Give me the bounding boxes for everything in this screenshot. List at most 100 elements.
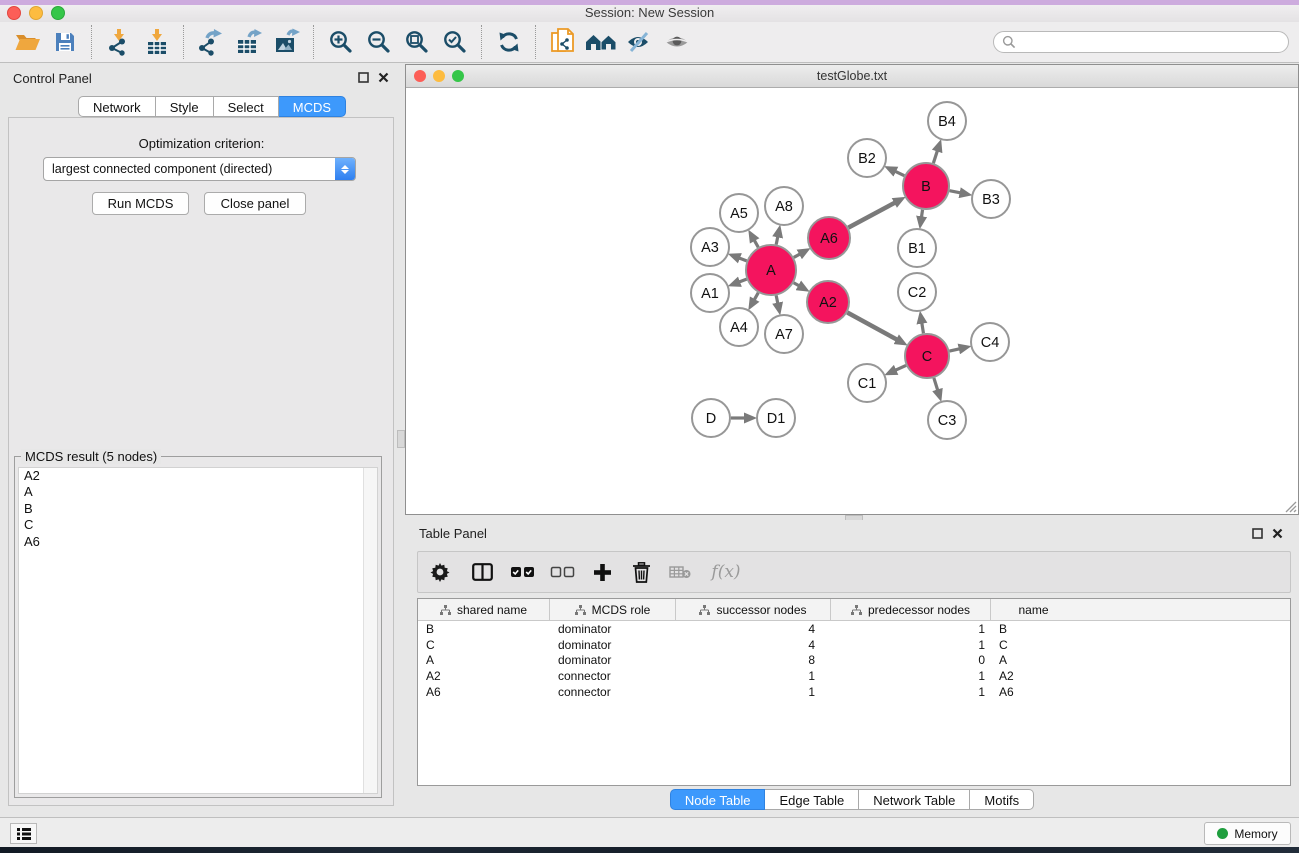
zoom-in-button[interactable] bbox=[324, 24, 358, 60]
graph-node-B[interactable]: B bbox=[903, 163, 949, 209]
save-session-button[interactable] bbox=[48, 24, 82, 60]
graph-edge-A-A4[interactable] bbox=[754, 293, 759, 301]
add-column-button[interactable] bbox=[582, 554, 622, 590]
graph-node-A4[interactable]: A4 bbox=[720, 308, 758, 346]
graph-edge-C-C1[interactable] bbox=[894, 365, 906, 370]
graph-edge-C-C2[interactable] bbox=[922, 322, 924, 334]
graph-edge-C-C3[interactable] bbox=[934, 378, 938, 391]
duplicate-network-button[interactable] bbox=[546, 24, 580, 60]
graph-edge-A-A7[interactable] bbox=[776, 295, 778, 304]
export-image-button[interactable] bbox=[270, 24, 304, 60]
graph-node-A1[interactable]: A1 bbox=[691, 274, 729, 312]
graph-node-B4[interactable]: B4 bbox=[928, 102, 966, 140]
close-table-panel-icon[interactable] bbox=[1272, 528, 1283, 539]
export-network-button[interactable] bbox=[194, 24, 228, 60]
table-row[interactable]: Adominator80A bbox=[418, 652, 1290, 668]
graph-edge-B-B1[interactable] bbox=[921, 210, 922, 219]
result-item[interactable]: A2 bbox=[19, 468, 377, 484]
table-row[interactable]: A2connector11A2 bbox=[418, 668, 1290, 684]
hide-details-button[interactable] bbox=[622, 24, 656, 60]
home-button[interactable] bbox=[584, 24, 618, 60]
graph-node-B2[interactable]: B2 bbox=[848, 139, 886, 177]
result-scrollbar[interactable] bbox=[363, 468, 377, 793]
column-header-name[interactable]: name bbox=[991, 599, 1076, 620]
column-header-shared-name[interactable]: shared name bbox=[418, 599, 550, 620]
result-item[interactable]: B bbox=[19, 501, 377, 517]
result-item[interactable]: C bbox=[19, 517, 377, 533]
split-divider-handle[interactable] bbox=[397, 430, 405, 448]
column-layout-button[interactable] bbox=[462, 554, 502, 590]
network-titlebar[interactable]: testGlobe.txt bbox=[406, 65, 1298, 88]
mcds-result-list[interactable]: A2ABCA6 bbox=[18, 467, 378, 794]
network-canvas[interactable]: B4B2BB3A8A5A6A3B1AA1C2A2A4A7C4CC1DD1C3 bbox=[406, 88, 1298, 514]
result-item[interactable]: A bbox=[19, 484, 377, 500]
graph-edge-A-A1[interactable] bbox=[738, 279, 747, 282]
resize-grip-icon[interactable] bbox=[1283, 499, 1297, 513]
graph-node-C4[interactable]: C4 bbox=[971, 323, 1009, 361]
graph-node-A3[interactable]: A3 bbox=[691, 228, 729, 266]
graph-node-B3[interactable]: B3 bbox=[972, 180, 1010, 218]
graph-node-C1[interactable]: C1 bbox=[848, 364, 886, 402]
tab-edge-table[interactable]: Edge Table bbox=[765, 789, 859, 810]
graph-edge-A-A3[interactable] bbox=[738, 258, 747, 261]
graph-edge-A2-C[interactable] bbox=[847, 313, 898, 341]
float-table-panel-icon[interactable] bbox=[1252, 528, 1263, 539]
tab-network[interactable]: Network bbox=[78, 96, 156, 117]
tab-style[interactable]: Style bbox=[156, 96, 214, 117]
graph-node-B1[interactable]: B1 bbox=[898, 229, 936, 267]
graph-node-D1[interactable]: D1 bbox=[757, 399, 795, 437]
export-table-button[interactable] bbox=[232, 24, 266, 60]
show-panel-button[interactable] bbox=[10, 823, 37, 844]
zoom-selected-button[interactable] bbox=[438, 24, 472, 60]
graph-edge-B-B3[interactable] bbox=[950, 191, 962, 193]
graph-edge-A-A6[interactable] bbox=[794, 253, 801, 257]
delete-table-button[interactable] bbox=[660, 554, 700, 590]
graph-node-A8[interactable]: A8 bbox=[765, 187, 803, 225]
search-field[interactable] bbox=[993, 31, 1289, 53]
search-input[interactable] bbox=[1021, 34, 1288, 50]
select-all-columns-button[interactable] bbox=[502, 554, 542, 590]
function-builder-button[interactable]: f(x) bbox=[700, 554, 752, 590]
run-mcds-button[interactable]: Run MCDS bbox=[92, 192, 189, 215]
result-item[interactable]: A6 bbox=[19, 534, 377, 550]
column-header-predecessor-nodes[interactable]: predecessor nodes bbox=[831, 599, 991, 620]
graph-node-A2[interactable]: A2 bbox=[807, 281, 849, 323]
zoom-fit-button[interactable] bbox=[400, 24, 434, 60]
tab-network-table[interactable]: Network Table bbox=[859, 789, 970, 810]
tab-motifs[interactable]: Motifs bbox=[970, 789, 1034, 810]
deselect-all-columns-button[interactable] bbox=[542, 554, 582, 590]
tab-select[interactable]: Select bbox=[214, 96, 279, 117]
tab-mcds[interactable]: MCDS bbox=[279, 96, 346, 117]
graph-edge-A-A2[interactable] bbox=[794, 283, 800, 287]
node-table[interactable]: shared nameMCDS rolesuccessor nodesprede… bbox=[417, 598, 1291, 786]
open-file-button[interactable] bbox=[10, 24, 44, 60]
graph-node-C[interactable]: C bbox=[905, 334, 949, 378]
tab-node-table[interactable]: Node Table bbox=[670, 789, 766, 810]
graph-node-A7[interactable]: A7 bbox=[765, 315, 803, 353]
delete-column-button[interactable] bbox=[622, 554, 660, 590]
column-header-successor-nodes[interactable]: successor nodes bbox=[676, 599, 831, 620]
graph-edge-B-B4[interactable] bbox=[933, 150, 937, 164]
graph-node-A[interactable]: A bbox=[746, 245, 796, 295]
table-row[interactable]: Cdominator41C bbox=[418, 637, 1290, 653]
close-panel-button[interactable]: Close panel bbox=[204, 192, 306, 215]
criterion-select[interactable]: largest connected component (directed) bbox=[43, 157, 356, 181]
graph-node-C2[interactable]: C2 bbox=[898, 273, 936, 311]
column-header-MCDS-role[interactable]: MCDS role bbox=[550, 599, 676, 620]
graph-edge-B-B2[interactable] bbox=[894, 171, 904, 176]
memory-button[interactable]: Memory bbox=[1204, 822, 1291, 845]
graph-node-C3[interactable]: C3 bbox=[928, 401, 966, 439]
refresh-button[interactable] bbox=[492, 24, 526, 60]
import-table-button[interactable] bbox=[140, 24, 174, 60]
table-row[interactable]: Bdominator41B bbox=[418, 621, 1290, 637]
graph-edge-A-A5[interactable] bbox=[754, 239, 759, 247]
graph-node-A6[interactable]: A6 bbox=[808, 217, 850, 259]
table-row[interactable]: A6connector11A6 bbox=[418, 684, 1290, 700]
graph-edge-A-A8[interactable] bbox=[776, 235, 778, 244]
float-panel-icon[interactable] bbox=[358, 72, 369, 83]
graph-edge-C-C4[interactable] bbox=[949, 349, 960, 352]
show-details-button[interactable] bbox=[660, 24, 694, 60]
graph-node-A5[interactable]: A5 bbox=[720, 194, 758, 232]
graph-edge-A6-B[interactable] bbox=[848, 202, 896, 228]
import-network-button[interactable] bbox=[102, 24, 136, 60]
